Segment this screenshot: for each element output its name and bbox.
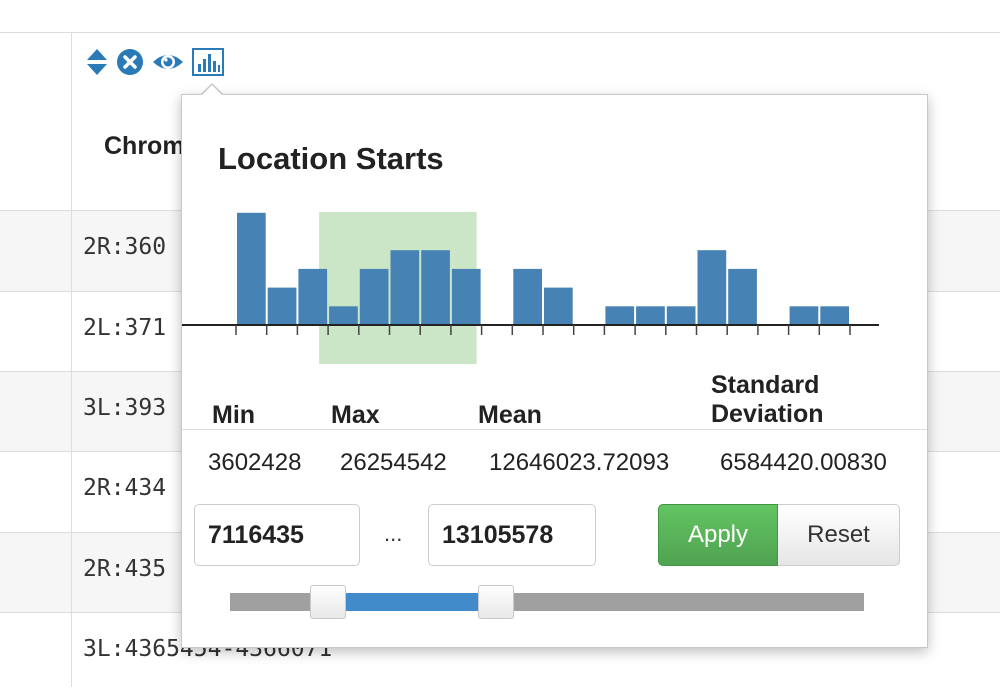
- table-column-divider: [71, 32, 72, 687]
- range-from-input[interactable]: 7116435: [194, 504, 360, 566]
- histogram-bar: [513, 268, 542, 325]
- column-header-chrom[interactable]: Chrom: [104, 132, 185, 161]
- range-separator: ...: [384, 521, 403, 546]
- table-cell: 2R:360: [83, 234, 167, 260]
- location-histogram[interactable]: [182, 95, 927, 385]
- reset-button[interactable]: Reset: [778, 504, 900, 566]
- stat-value-max: 26254542: [340, 449, 447, 476]
- table-cell: 2R:434: [83, 475, 167, 501]
- slider-selected-range: [328, 593, 497, 611]
- stat-label-mean: Mean: [478, 401, 542, 429]
- histogram-bar: [666, 306, 696, 325]
- histogram-bar: [728, 268, 757, 325]
- slider-handle-high[interactable]: [478, 585, 515, 619]
- column-toolbar: [86, 47, 224, 81]
- table-cell: 2R:435: [83, 556, 167, 582]
- histogram-bar: [421, 250, 450, 325]
- stat-label-max: Max: [331, 401, 380, 429]
- histogram-bar: [789, 306, 819, 325]
- histogram-filter-popover: Location Starts Min Max Mean Standard De…: [181, 94, 928, 648]
- sort-icon[interactable]: [86, 48, 108, 81]
- stat-value-min: 3602428: [208, 449, 302, 476]
- popover-arrow-inner: [201, 85, 223, 96]
- histogram-bar: [359, 268, 389, 325]
- eye-icon[interactable]: [152, 50, 184, 79]
- stat-value-std: 6584420.00830: [720, 449, 887, 476]
- range-to-input[interactable]: 13105578: [428, 504, 596, 566]
- table-cell: 3L:393: [83, 395, 167, 421]
- apply-button[interactable]: Apply: [658, 504, 778, 566]
- stats-divider: [182, 429, 927, 430]
- histogram-bar: [697, 250, 727, 325]
- histogram-bar: [329, 306, 358, 325]
- histogram-bar: [267, 287, 297, 325]
- histogram-bar: [390, 250, 420, 325]
- stat-label-min: Min: [212, 401, 256, 429]
- bar-chart-icon[interactable]: [192, 47, 224, 81]
- histogram-bar: [298, 268, 328, 325]
- table-top-border: [0, 32, 1000, 33]
- remove-filter-icon[interactable]: [116, 48, 144, 81]
- stat-value-mean: 12646023.72093: [489, 449, 670, 476]
- range-slider[interactable]: [230, 585, 864, 619]
- table-cell: 2L:371: [83, 315, 167, 341]
- histogram-bar: [636, 306, 665, 325]
- histogram-bar: [820, 306, 849, 325]
- histogram-bar: [544, 287, 573, 325]
- stat-label-std: Standard Deviation: [711, 371, 824, 428]
- histogram-bar: [451, 268, 481, 325]
- histogram-bar: [237, 212, 266, 325]
- histogram-bar: [605, 306, 635, 325]
- slider-handle-low[interactable]: [310, 585, 347, 619]
- filter-actions: Apply Reset: [658, 504, 900, 566]
